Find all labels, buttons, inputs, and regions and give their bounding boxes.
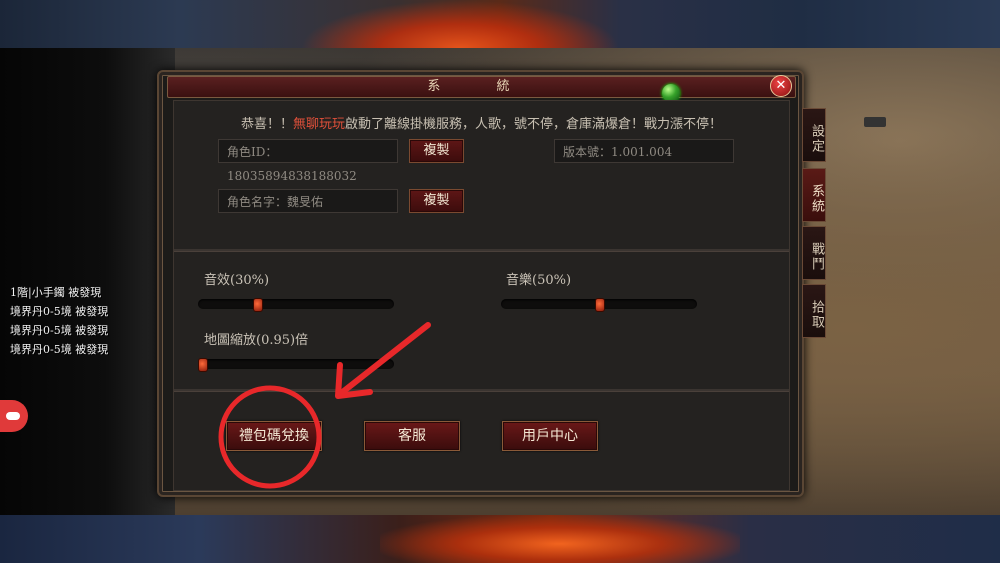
annotation-overlay (218, 322, 431, 489)
annotation-circle (218, 385, 322, 489)
annotation-arrow-shaft (337, 322, 431, 397)
